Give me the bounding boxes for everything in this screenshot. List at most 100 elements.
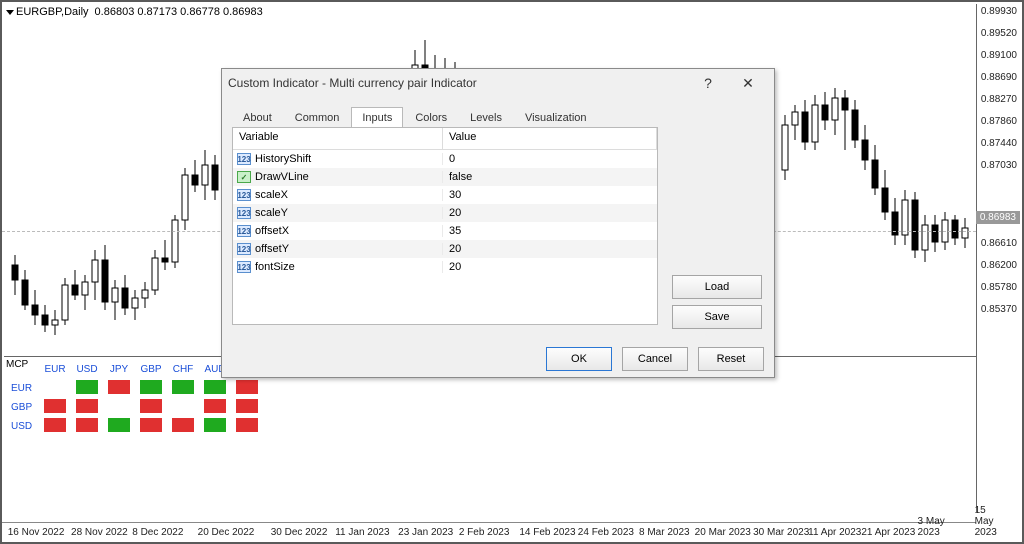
- variable-value[interactable]: 0: [443, 153, 657, 165]
- x-tick: 11 Apr 2023: [808, 527, 861, 538]
- x-tick: 28 Nov 2022: [71, 527, 128, 538]
- input-row[interactable]: 123 scaleY 20: [233, 204, 657, 222]
- variable-name: offsetX: [255, 225, 289, 237]
- strength-cell: [108, 418, 130, 432]
- int-icon: 123: [237, 189, 251, 201]
- grid-header-variable[interactable]: Variable: [233, 128, 443, 149]
- strength-cell: [172, 418, 194, 432]
- strength-cell: [44, 399, 66, 413]
- y-tick: 0.88270: [977, 94, 1017, 105]
- y-tick: 0.89100: [977, 50, 1017, 61]
- y-tick: 0.85780: [977, 282, 1017, 293]
- x-tick: 30 Dec 2022: [271, 527, 328, 538]
- close-button[interactable]: ✕: [728, 72, 768, 94]
- cancel-button[interactable]: Cancel: [622, 347, 688, 371]
- strength-cell: [140, 380, 162, 394]
- x-tick: 2 Feb 2023: [459, 527, 510, 538]
- tab-common[interactable]: Common: [284, 107, 351, 128]
- strength-cell: [204, 418, 226, 432]
- strength-cell: [204, 380, 226, 394]
- variable-name: HistoryShift: [255, 153, 311, 165]
- int-icon: 123: [237, 153, 251, 165]
- variable-value[interactable]: false: [443, 171, 657, 183]
- x-tick: 15 May 2023: [975, 505, 997, 538]
- ok-button[interactable]: OK: [546, 347, 612, 371]
- symbol-bar[interactable]: EURGBP,Daily 0.86803 0.87173 0.86778 0.8…: [6, 6, 263, 18]
- variable-value[interactable]: 30: [443, 189, 657, 201]
- x-tick: 16 Nov 2022: [8, 527, 65, 538]
- bool-icon: ✓: [237, 171, 251, 183]
- price-axis: 0.899300.895200.891000.886900.882700.878…: [976, 4, 1020, 512]
- int-icon: 123: [237, 243, 251, 255]
- int-icon: 123: [237, 207, 251, 219]
- variable-value[interactable]: 20: [443, 261, 657, 273]
- tab-colors[interactable]: Colors: [404, 107, 458, 128]
- variable-name: scaleY: [255, 207, 288, 219]
- ccy-col-header: GBP: [136, 361, 166, 378]
- x-tick: 21 Apr 2023: [861, 527, 915, 538]
- load-button[interactable]: Load: [672, 275, 762, 299]
- int-icon: 123: [237, 225, 251, 237]
- reset-button[interactable]: Reset: [698, 347, 764, 371]
- input-row[interactable]: 123 scaleX 30: [233, 186, 657, 204]
- strength-cell: [76, 380, 98, 394]
- ccy-col-header: JPY: [104, 361, 134, 378]
- variable-name: fontSize: [255, 261, 295, 273]
- strength-cell: [76, 418, 98, 432]
- variable-value[interactable]: 35: [443, 225, 657, 237]
- variable-value[interactable]: 20: [443, 207, 657, 219]
- ccy-col-header: EUR: [40, 361, 70, 378]
- ccy-row-header: GBP: [8, 399, 38, 416]
- y-tick: 0.86200: [977, 260, 1017, 271]
- y-tick: 0.87030: [977, 160, 1017, 171]
- chart-symbol: EURGBP,Daily: [16, 6, 89, 18]
- y-tick: 0.89520: [977, 28, 1017, 39]
- x-tick: 20 Dec 2022: [198, 527, 255, 538]
- strength-cell: [172, 380, 194, 394]
- x-tick: 24 Feb 2023: [578, 527, 634, 538]
- input-row[interactable]: 123 offsetY 20: [233, 240, 657, 258]
- ccy-row-header: EUR: [8, 380, 38, 397]
- strength-cell: [236, 418, 258, 432]
- strength-cell: [236, 380, 258, 394]
- tab-levels[interactable]: Levels: [459, 107, 513, 128]
- x-tick: 11 Jan 2023: [335, 527, 389, 538]
- tab-visualization[interactable]: Visualization: [514, 107, 598, 128]
- current-price-tag: 0.86983: [976, 211, 1020, 224]
- x-tick: 23 Jan 2023: [398, 527, 453, 538]
- strength-cell: [140, 418, 162, 432]
- input-row[interactable]: 123 fontSize 20: [233, 258, 657, 276]
- x-tick: 3 May 2023: [918, 516, 957, 538]
- x-tick: 8 Mar 2023: [639, 527, 690, 538]
- variable-value[interactable]: 20: [443, 243, 657, 255]
- y-tick: 0.87440: [977, 138, 1017, 149]
- ccy-col-header: CHF: [168, 361, 198, 378]
- dialog-title: Custom Indicator - Multi currency pair I…: [228, 76, 688, 90]
- strength-cell: [108, 380, 130, 394]
- strength-cell: [236, 399, 258, 413]
- strength-cell: [140, 399, 162, 413]
- tab-about[interactable]: About: [232, 107, 283, 128]
- dialog-titlebar[interactable]: Custom Indicator - Multi currency pair I…: [222, 69, 774, 97]
- save-button[interactable]: Save: [672, 305, 762, 329]
- input-row[interactable]: 123 HistoryShift 0: [233, 150, 657, 168]
- grid-header-value[interactable]: Value: [443, 128, 657, 149]
- input-row[interactable]: ✓ DrawVLine false: [233, 168, 657, 186]
- input-row[interactable]: 123 offsetX 35: [233, 222, 657, 240]
- y-tick: 0.85370: [977, 304, 1017, 315]
- help-button[interactable]: ?: [688, 72, 728, 94]
- chart-ohlc: 0.86803 0.87173 0.86778 0.86983: [95, 6, 263, 18]
- tab-inputs[interactable]: Inputs: [351, 107, 403, 128]
- time-axis: 16 Nov 202228 Nov 20228 Dec 202220 Dec 2…: [2, 522, 976, 540]
- variable-name: DrawVLine: [255, 171, 309, 183]
- strength-cell: [76, 399, 98, 413]
- variable-name: scaleX: [255, 189, 288, 201]
- x-tick: 14 Feb 2023: [519, 527, 575, 538]
- ccy-row-header: USD: [8, 418, 38, 435]
- y-tick: 0.86610: [977, 238, 1017, 249]
- int-icon: 123: [237, 261, 251, 273]
- variable-name: offsetY: [255, 243, 289, 255]
- inputs-grid[interactable]: Variable Value 123 HistoryShift 0 ✓ DrawVLin…: [232, 127, 658, 325]
- custom-indicator-dialog: Custom Indicator - Multi currency pair I…: [221, 68, 775, 378]
- dialog-tabs: AboutCommonInputsColorsLevelsVisualizati…: [222, 103, 774, 127]
